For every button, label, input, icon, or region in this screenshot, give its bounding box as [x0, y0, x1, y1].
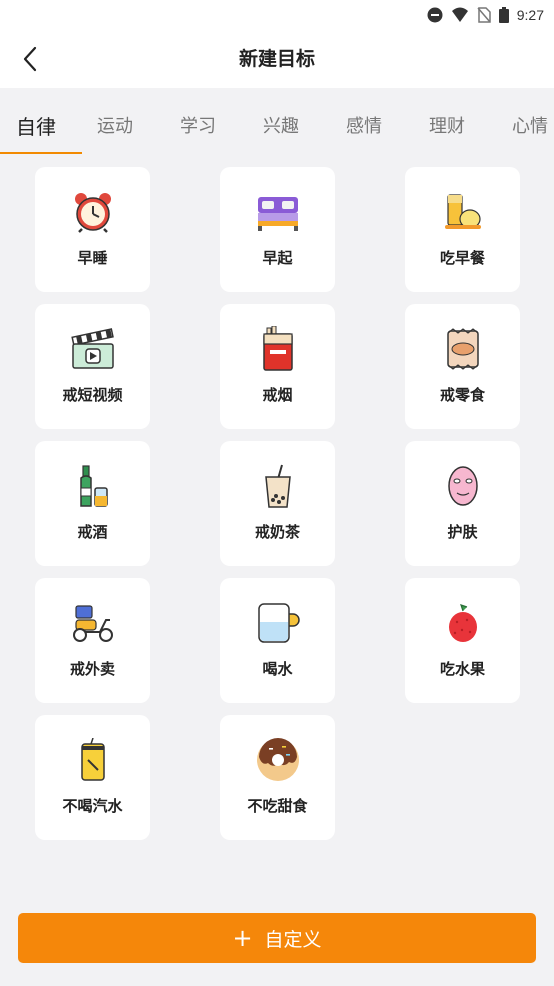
active-tab-indicator	[0, 152, 82, 154]
goal-card-quit-short-video[interactable]: 戒短视频	[35, 304, 150, 429]
bed-icon	[220, 191, 335, 233]
water-cup-icon	[220, 602, 335, 644]
donut-icon	[220, 738, 335, 781]
goal-label: 吃水果	[439, 660, 485, 678]
goal-label: 不吃甜食	[247, 797, 308, 815]
goal-card-skin-care[interactable]: 护肤	[405, 441, 520, 566]
alarm-clock-icon	[35, 191, 150, 233]
tab-finance[interactable]: 理财	[429, 100, 465, 154]
custom-goal-label: 自定义	[264, 928, 322, 951]
tab-self-discipline[interactable]: 自律	[16, 100, 56, 154]
snack-bag-icon	[405, 328, 520, 370]
tab-sports[interactable]: 运动	[97, 100, 133, 154]
cigarette-pack-icon	[220, 326, 335, 371]
goal-label: 不喝汽水	[62, 797, 123, 815]
tab-mood[interactable]: 心情	[512, 100, 548, 154]
goal-card-quit-milk-tea[interactable]: 戒奶茶	[220, 441, 335, 566]
goal-label: 早睡	[77, 249, 108, 267]
goal-card-wake-early[interactable]: 早起	[220, 167, 335, 292]
goal-card-eat-breakfast[interactable]: 吃早餐	[405, 167, 520, 292]
do-not-disturb-icon	[427, 7, 443, 23]
wifi-icon	[451, 7, 468, 22]
face-mask-icon	[405, 465, 520, 507]
page-title: 新建目标	[238, 48, 315, 70]
goal-card-quit-takeout[interactable]: 戒外卖	[35, 578, 150, 703]
goal-card-drink-water[interactable]: 喝水	[220, 578, 335, 703]
wine-bottle-icon	[35, 465, 150, 507]
breakfast-icon	[405, 191, 520, 233]
status-bar: 9:27	[0, 0, 554, 30]
goal-card-quit-snacks[interactable]: 戒零食	[405, 304, 520, 429]
goal-card-no-soda[interactable]: 不喝汽水	[35, 715, 150, 840]
goal-label: 戒奶茶	[254, 523, 300, 541]
soda-can-icon	[35, 738, 150, 781]
goal-card-eat-fruit[interactable]: 吃水果	[405, 578, 520, 703]
video-clapper-icon	[35, 328, 150, 370]
delivery-scooter-icon	[35, 602, 150, 644]
goal-label: 戒零食	[439, 386, 485, 404]
goal-label: 护肤	[447, 523, 478, 541]
status-time: 9:27	[516, 7, 544, 23]
chevron-left-icon	[23, 46, 37, 72]
lychee-icon	[405, 602, 520, 644]
goal-label: 喝水	[262, 660, 293, 678]
bubble-tea-icon	[220, 464, 335, 508]
header: 新建目标	[0, 30, 554, 88]
back-button[interactable]	[10, 40, 50, 78]
tab-relationships[interactable]: 感情	[346, 100, 382, 154]
goal-label: 戒烟	[262, 386, 293, 404]
goal-card-sleep-early[interactable]: 早睡	[35, 167, 150, 292]
tab-study[interactable]: 学习	[180, 100, 216, 154]
goal-card-no-sweets[interactable]: 不吃甜食	[220, 715, 335, 840]
goal-label: 早起	[262, 249, 293, 267]
goal-label: 戒酒	[77, 523, 108, 541]
status-icons: 9:27	[427, 5, 544, 25]
no-sim-icon	[477, 7, 491, 23]
goal-card-quit-smoking[interactable]: 戒烟	[220, 304, 335, 429]
plus-icon: +	[232, 924, 253, 952]
goal-card-quit-alcohol[interactable]: 戒酒	[35, 441, 150, 566]
tab-hobbies[interactable]: 兴趣	[263, 100, 299, 154]
custom-goal-button[interactable]: + 自定义	[18, 913, 536, 963]
goal-label: 吃早餐	[439, 249, 485, 267]
category-tabs: 自律 运动 学习 兴趣 感情 理财 心情	[0, 100, 554, 156]
goal-label: 戒外卖	[69, 660, 115, 678]
goal-label: 戒短视频	[62, 386, 123, 404]
battery-icon	[498, 7, 509, 23]
